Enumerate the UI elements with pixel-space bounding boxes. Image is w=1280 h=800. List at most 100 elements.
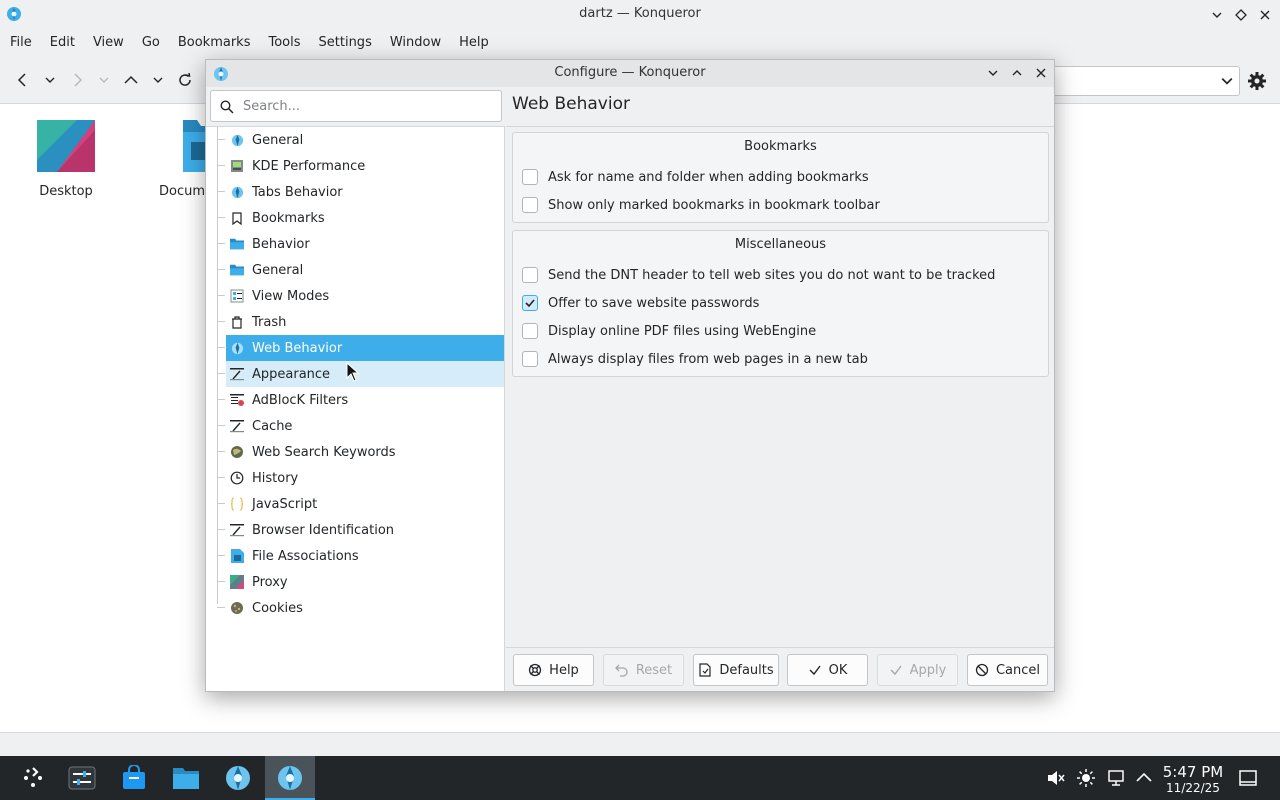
option-ask-name-folder[interactable]: Ask for name and folder when adding book… [522,167,869,187]
search-input[interactable] [243,96,493,116]
konqueror-icon [230,185,244,199]
chevron-down-icon [45,77,55,83]
menu-tools[interactable]: Tools [259,29,309,57]
menu-window[interactable]: Window [381,29,450,57]
search-icon [220,100,234,114]
nav-item-cookies[interactable]: Cookies [217,595,504,621]
gear-icon[interactable] [1246,70,1268,92]
menu-bookmarks[interactable]: Bookmarks [169,29,260,57]
reset-button[interactable]: Reset [603,654,684,686]
checkbox[interactable] [522,323,538,339]
checkbox[interactable] [522,267,538,283]
chevron-down-icon [99,77,109,83]
brightness-icon[interactable] [1076,768,1096,788]
nav-item-file-associations[interactable]: File Associations [217,543,504,569]
konqueror-icon [226,766,250,790]
option-pdf-webengine[interactable]: Display online PDF files using WebEngine [522,321,816,341]
checkmark-icon [809,665,821,676]
task-discover[interactable] [109,756,159,800]
nav-item-history[interactable]: History [217,465,504,491]
nav-item-label: File Associations [252,548,359,564]
ok-button[interactable]: OK [787,654,868,686]
forward-history-button[interactable] [93,69,115,91]
menu-view[interactable]: View [84,29,133,57]
maximize-button[interactable] [1230,4,1252,26]
konqueror-icon [230,341,244,355]
menu-edit[interactable]: Edit [41,29,84,57]
nav-item-appearance[interactable]: Appearance [217,361,504,387]
forward-arrow-icon [74,73,83,87]
option-send-dnt-header[interactable]: Send the DNT header to tell web sites yo… [522,265,995,285]
help-button[interactable]: Help [513,654,594,686]
option-new-tab-files[interactable]: Always display files from web pages in a… [522,349,868,369]
minimize-icon [988,70,998,76]
volume-muted-icon[interactable] [1046,768,1066,788]
nav-item-browser-identification[interactable]: Browser Identification [217,517,504,543]
dialog-maximize-button[interactable] [1006,62,1028,84]
reload-button[interactable] [174,69,196,91]
search-box[interactable] [210,90,502,122]
nav-item-trash[interactable]: Trash [217,309,504,335]
status-bar [0,732,1280,756]
task-system-settings[interactable] [57,756,107,800]
application-launcher-button[interactable] [8,756,58,800]
back-history-button[interactable] [39,69,61,91]
menu-file[interactable]: File [1,29,41,57]
desktop-folder-item[interactable]: Desktop [21,120,111,199]
option-offer-save-passwords[interactable]: Offer to save website passwords [522,293,759,313]
network-wired-icon[interactable] [1106,768,1126,788]
menu-settings[interactable]: Settings [310,29,381,57]
dialog-minimize-button[interactable] [982,62,1004,84]
checkbox-checked[interactable] [522,295,538,311]
cancel-button[interactable]: Cancel [967,654,1048,686]
close-button[interactable] [1254,4,1276,26]
folder-icon [230,263,244,277]
minimize-button[interactable] [1206,4,1228,26]
defaults-button[interactable]: Defaults [693,654,779,686]
up-button[interactable] [120,69,142,91]
task-dolphin[interactable] [161,756,211,800]
trash-icon [230,315,244,329]
menu-help[interactable]: Help [450,29,498,57]
task-konqueror[interactable] [213,756,263,800]
restore-icon [1235,9,1247,21]
option-show-marked-bookmarks[interactable]: Show only marked bookmarks in bookmark t… [522,195,880,215]
bookmarks-group: Bookmarks Ask for name and folder when a… [512,132,1049,223]
location-bar[interactable] [1050,66,1240,96]
performance-icon [230,159,244,173]
menu-bar: File Edit View Go Bookmarks Tools Settin… [0,29,1280,57]
nav-item-bookmarks[interactable]: Bookmarks [217,205,504,231]
nav-item-tabs-behavior[interactable]: Tabs Behavior [217,179,504,205]
file-manager-icon [173,768,199,789]
miscellaneous-group: Miscellaneous Send the DNT header to tel… [512,230,1049,377]
nav-item-kde-performance[interactable]: KDE Performance [217,153,504,179]
chevron-up-icon[interactable] [1134,768,1154,788]
nav-item-proxy[interactable]: Proxy [217,569,504,595]
digital-clock[interactable]: 5:47 PM 11/22/25 [1160,764,1226,796]
dialog-close-button[interactable] [1030,62,1052,84]
nav-item-behavior[interactable]: Behavior [217,231,504,257]
checkbox[interactable] [522,351,538,367]
forward-button[interactable] [66,69,88,91]
apply-button[interactable]: Apply [877,654,958,686]
option-label: Show only marked bookmarks in bookmark t… [548,197,880,213]
nav-item-cache[interactable]: Cache [217,413,504,439]
nav-item-general-files[interactable]: General [217,257,504,283]
checkbox[interactable] [522,197,538,213]
chevron-down-icon[interactable] [1221,75,1233,87]
konqueror-icon [230,133,244,147]
menu-go[interactable]: Go [133,29,169,57]
nav-item-general[interactable]: General [217,127,504,153]
nav-item-web-search-keywords[interactable]: Web Search Keywords [217,439,504,465]
nav-item-adblock-filters[interactable]: AdBlocK Filters [217,387,504,413]
back-button[interactable] [12,69,34,91]
nav-item-web-behavior[interactable]: Web Behavior [217,335,504,361]
nav-item-view-modes[interactable]: View Modes [217,283,504,309]
cookies-icon [230,601,244,615]
task-konqueror-active[interactable] [265,756,315,800]
checkbox[interactable] [522,169,538,185]
up-history-button[interactable] [147,69,169,91]
show-desktop-icon[interactable] [1238,768,1258,788]
nav-item-javascript[interactable]: JavaScript [217,491,504,517]
button-label: Help [549,662,579,678]
